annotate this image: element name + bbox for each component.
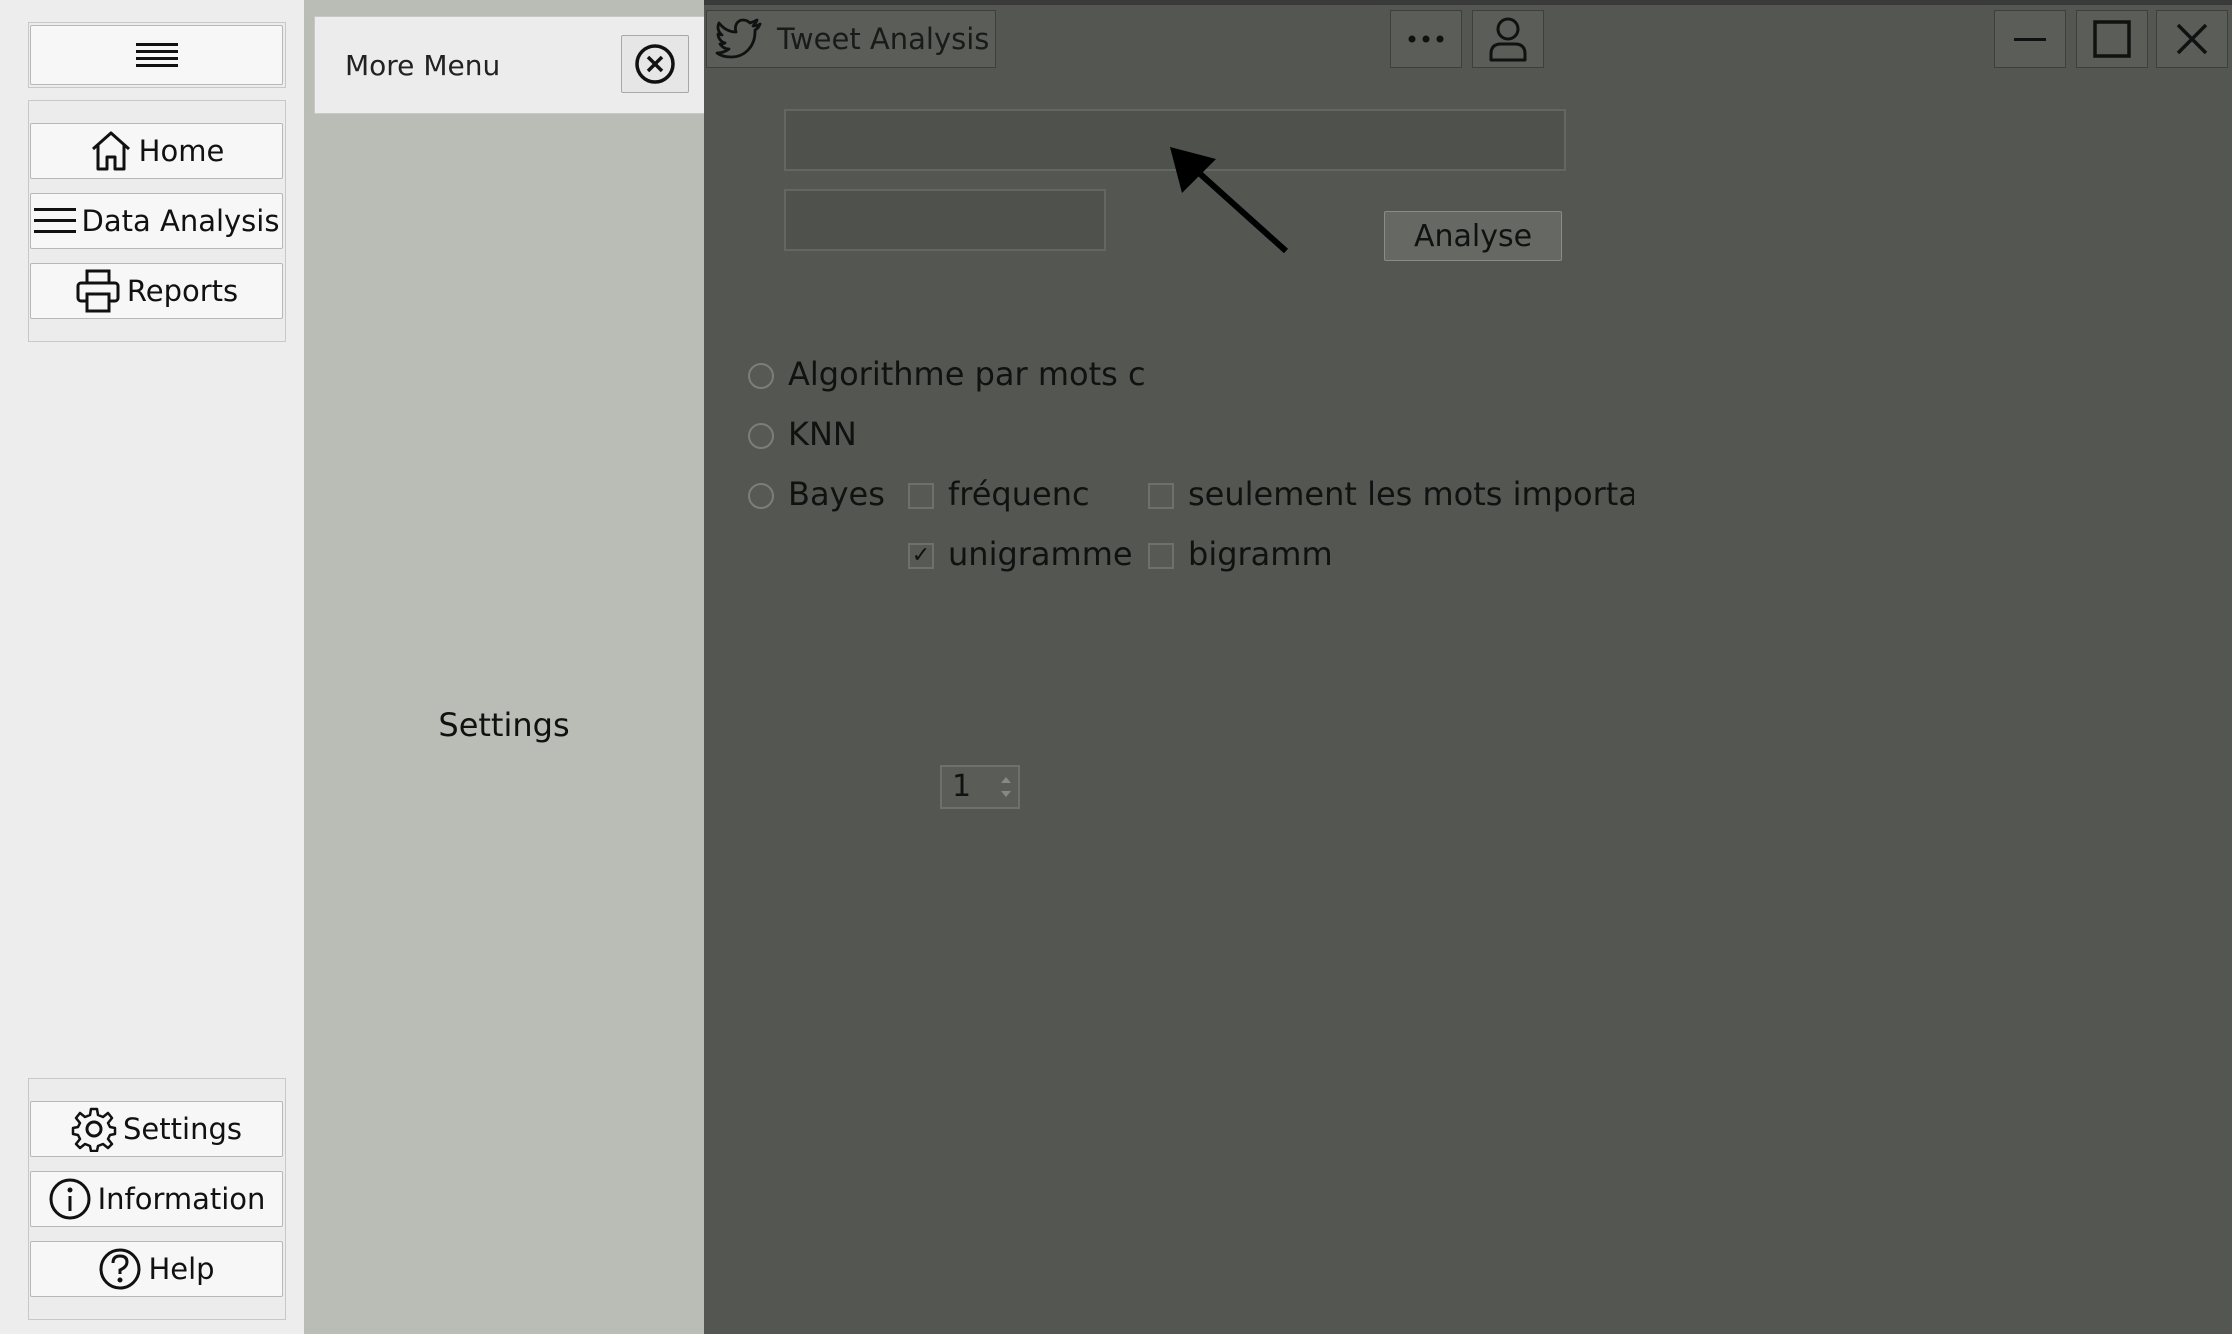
analyse-button[interactable]: Analyse	[1384, 211, 1562, 261]
minimize-icon	[2014, 38, 2046, 41]
knn-value: 1	[952, 769, 972, 804]
checkbox-important-words[interactable]	[1148, 483, 1174, 509]
secondary-input[interactable]	[784, 189, 1106, 251]
checkbox-bigram[interactable]	[1148, 543, 1174, 569]
more-menu-content: Settings	[438, 706, 570, 744]
maximize-icon	[2093, 20, 2131, 58]
home-icon	[91, 131, 130, 171]
user-account-button[interactable]	[1472, 10, 1544, 68]
sidebar-item-label: Home	[138, 134, 225, 168]
sidebar-item-label: Data Analysis	[81, 204, 280, 238]
radio-knn-label: KNN	[788, 415, 857, 453]
window-title: Tweet Analysis	[777, 22, 990, 56]
close-icon	[2176, 23, 2208, 55]
sidebar-item-home[interactable]: Home	[30, 123, 283, 179]
list-icon	[33, 208, 76, 233]
checkbox-important-words-label: seulement les mots importar	[1188, 475, 1634, 513]
sidebar-item-information[interactable]: Information	[30, 1171, 283, 1227]
help-icon	[99, 1248, 141, 1290]
sidebar-item-label: Settings	[123, 1112, 242, 1146]
radio-bayes-label: Bayes	[788, 475, 885, 513]
more-menu-close-button[interactable]	[621, 35, 689, 93]
sidebar-item-label: Help	[148, 1252, 215, 1286]
ellipsis-icon	[1408, 35, 1444, 43]
arrow-pointer-icon	[1170, 147, 1289, 254]
sidebar-item-reports[interactable]: Reports	[30, 263, 283, 319]
app-title-area: Tweet Analysis	[706, 10, 996, 68]
sidebar-item-help[interactable]: Help	[30, 1241, 283, 1297]
radio-knn[interactable]	[748, 423, 774, 449]
checkbox-frequency[interactable]	[908, 483, 934, 509]
radio-keyword-label: Algorithme par mots c	[788, 355, 1146, 393]
checkbox-bigram-label: bigramme	[1188, 535, 1334, 573]
sidebar-item-data-analysis[interactable]: Data Analysis	[30, 193, 283, 249]
radio-bayes[interactable]	[748, 483, 774, 509]
close-window-button[interactable]	[2156, 10, 2228, 68]
more-options-button[interactable]	[1390, 10, 1462, 68]
left-sidebar: Home Data Analysis Reports Settings Info…	[0, 0, 304, 1334]
sidebar-item-label: Reports	[126, 274, 239, 308]
gear-icon	[71, 1107, 117, 1152]
algorithm-options: Algorithme par mots c KNN 1 Bayes fréque…	[740, 355, 1634, 809]
hamburger-menu-button[interactable]	[30, 25, 283, 85]
more-menu-panel: More Menu Settings	[304, 0, 706, 1334]
radio-keyword-algorithm[interactable]	[748, 363, 774, 389]
main-window: Tweet Analysis Analyse Algorithme par mo…	[704, 0, 2232, 1334]
checkbox-frequency-label: fréquenc	[948, 475, 1090, 513]
twitter-bird-icon	[715, 18, 762, 59]
checkmark-icon: ✓	[911, 543, 931, 568]
printer-icon	[76, 269, 120, 313]
sidebar-item-label: Information	[97, 1182, 266, 1216]
knn-spinbox[interactable]: 1	[940, 765, 1020, 809]
checkbox-unigram[interactable]: ✓	[908, 543, 934, 569]
more-menu-header: More Menu	[314, 16, 706, 114]
sidebar-item-settings[interactable]: Settings	[30, 1101, 283, 1157]
info-icon	[49, 1178, 91, 1220]
maximize-button[interactable]	[2076, 10, 2148, 68]
checkbox-unigram-label: unigramme	[948, 535, 1133, 573]
close-circle-icon	[635, 44, 675, 84]
user-icon	[1489, 17, 1527, 62]
more-menu-title: More Menu	[345, 49, 501, 82]
spin-arrows-icon[interactable]	[998, 771, 1014, 803]
hamburger-icon	[135, 43, 178, 67]
minimize-button[interactable]	[1994, 10, 2066, 68]
